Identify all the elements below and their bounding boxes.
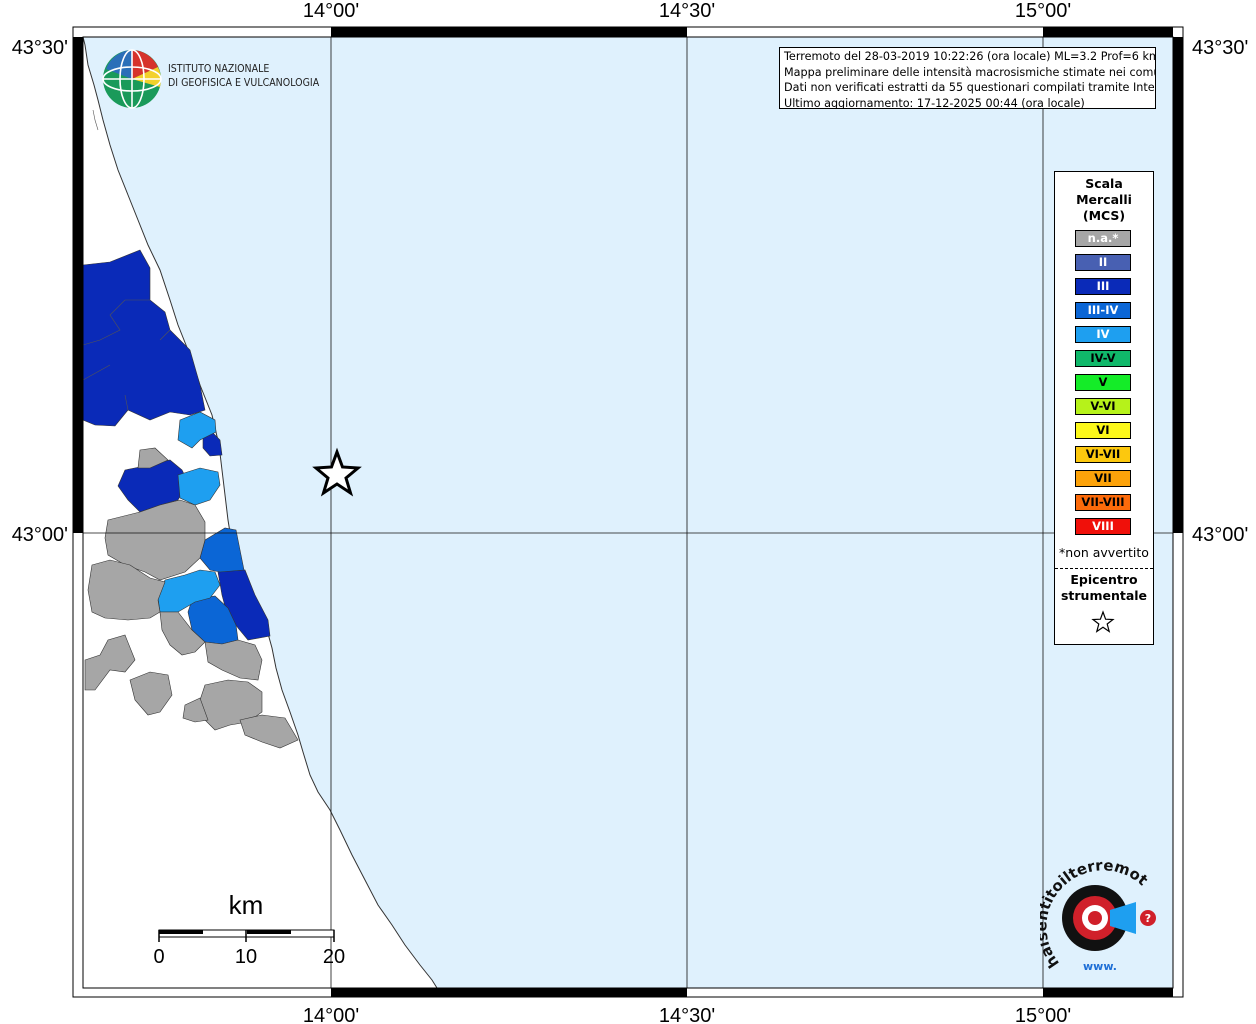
lat-label-right-1: 43°30'	[1192, 37, 1248, 59]
scale-tick-10: 10	[235, 946, 257, 968]
lon-label-top-1: 14°00'	[303, 0, 359, 22]
ingv-name: ISTITUTO NAZIONALE DI GEOFISICA E VULCAN…	[168, 62, 319, 90]
legend-item: VII	[1075, 470, 1131, 487]
lon-label-top-2: 14°30'	[659, 0, 715, 22]
legend-title-line: Mercalli	[1076, 192, 1132, 207]
haisentitoilterremoto-logo-icon: haisentitoilterremoto.it ? www.	[1040, 858, 1156, 973]
legend-divider	[1055, 568, 1153, 569]
lon-label-bottom-2: 14°30'	[659, 1005, 715, 1024]
legend-item: IV-V	[1075, 350, 1131, 367]
legend-epicenter-line: Epicentro	[1070, 572, 1138, 587]
svg-text:www.: www.	[1083, 960, 1117, 973]
scale-tick-0: 0	[153, 946, 164, 968]
scale-tick-20: 20	[323, 946, 345, 968]
legend-item: VI	[1075, 422, 1131, 439]
legend-item: III-IV	[1075, 302, 1131, 319]
legend-item: III	[1075, 278, 1131, 295]
lon-label-bottom-1: 14°00'	[303, 1005, 359, 1024]
legend-item: V-VI	[1075, 398, 1131, 415]
event-info-line: Mappa preliminare delle intensità macros…	[784, 65, 1156, 79]
scale-unit: km	[229, 890, 264, 920]
lat-label-left-2: 43°00'	[12, 524, 68, 546]
legend-title-line: Scala	[1085, 176, 1123, 191]
event-info-box: Terremoto del 28-03-2019 10:22:26 (ora l…	[779, 47, 1156, 109]
lon-label-top-3: 15°00'	[1015, 0, 1071, 22]
ingv-name-line2: DI GEOFISICA E VULCANOLOGIA	[168, 76, 320, 89]
event-info-line: Dati non verificati estratti da 55 quest…	[784, 81, 1156, 95]
legend-item: VI-VII	[1075, 446, 1131, 463]
legend-item: VIII	[1075, 518, 1131, 535]
legend-epicenter-label: Epicentro strumentale	[1055, 572, 1153, 604]
event-info-line: Terremoto del 28-03-2019 10:22:26 (ora l…	[784, 50, 1156, 63]
legend-item: II	[1075, 254, 1131, 271]
legend-title: Scala Mercalli (MCS)	[1055, 176, 1153, 224]
legend-star-icon	[1091, 610, 1115, 633]
legend-epicenter-line: strumentale	[1060, 588, 1148, 603]
event-info-line: Ultimo aggiornamento: 17-12-2025 00:44 (…	[784, 96, 1085, 109]
mcs-legend: Scala Mercalli (MCS) n.a.* II III III-IV IV I…	[1054, 171, 1154, 645]
legend-title-line: (MCS)	[1082, 208, 1126, 223]
ingv-globe-logo-icon	[102, 49, 162, 109]
lon-label-bottom-3: 15°00'	[1015, 1005, 1071, 1024]
svg-text:?: ?	[1145, 912, 1151, 925]
legend-item: V	[1075, 374, 1131, 391]
lat-label-right-2: 43°00'	[1192, 524, 1248, 546]
ingv-name-line1: ISTITUTO NAZIONALE	[168, 62, 270, 75]
legend-item: n.a.*	[1075, 230, 1131, 247]
lat-label-left-1: 43°30'	[12, 37, 68, 59]
legend-item: IV	[1075, 326, 1131, 343]
legend-item: VII-VIII	[1075, 494, 1131, 511]
legend-note: *non avvertito	[1059, 545, 1149, 560]
